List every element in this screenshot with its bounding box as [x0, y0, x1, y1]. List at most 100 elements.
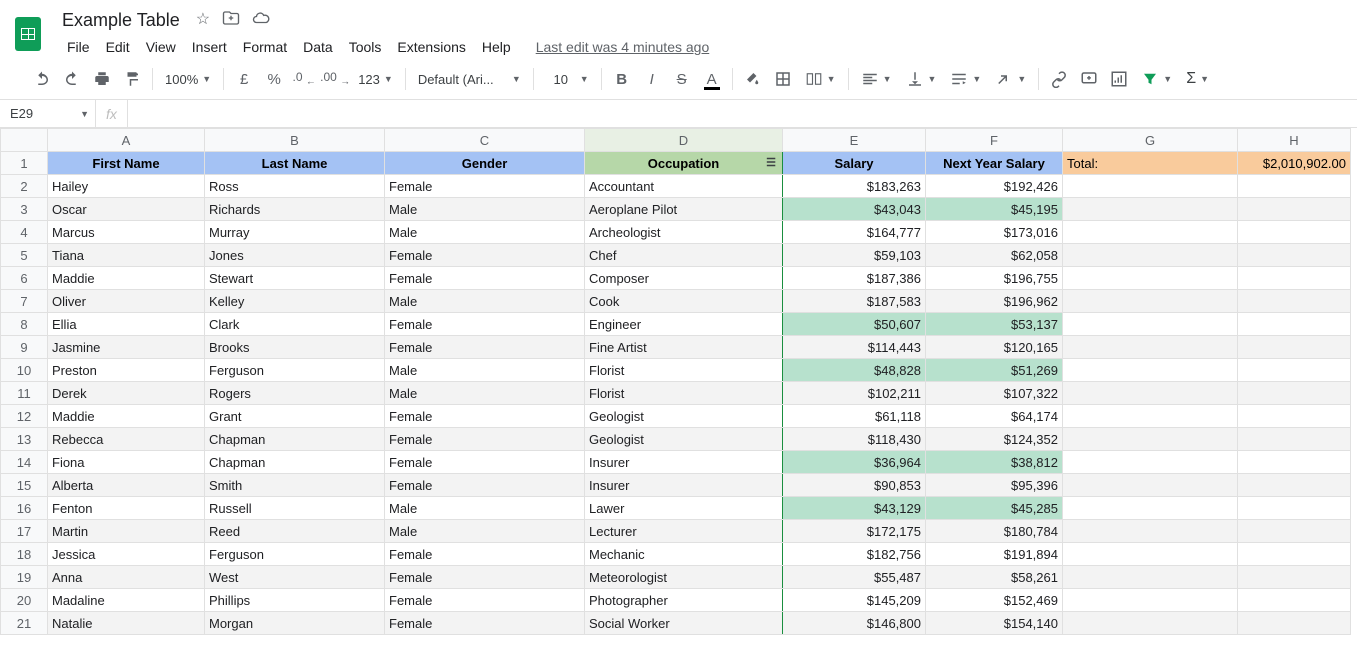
- cell[interactable]: Geologist: [585, 405, 783, 428]
- bold-button[interactable]: B: [608, 65, 636, 93]
- cell[interactable]: [1238, 497, 1351, 520]
- cell[interactable]: $196,755: [926, 267, 1063, 290]
- cell[interactable]: $61,118: [783, 405, 926, 428]
- v-align-dropdown[interactable]: ▼: [900, 65, 943, 93]
- borders-button[interactable]: [769, 65, 797, 93]
- col-header-a[interactable]: A: [48, 129, 205, 152]
- cell[interactable]: Insurer: [585, 474, 783, 497]
- cell[interactable]: Brooks: [205, 336, 385, 359]
- header-next-year-salary[interactable]: Next Year Salary: [926, 152, 1063, 175]
- cell[interactable]: $183,263: [783, 175, 926, 198]
- row-header[interactable]: 5: [1, 244, 48, 267]
- increase-decimal-button[interactable]: .00 →: [320, 65, 350, 93]
- cell[interactable]: [1063, 244, 1238, 267]
- col-header-c[interactable]: C: [385, 129, 585, 152]
- cell[interactable]: Smith: [205, 474, 385, 497]
- cell[interactable]: $55,487: [783, 566, 926, 589]
- col-header-e[interactable]: E: [783, 129, 926, 152]
- cell[interactable]: Composer: [585, 267, 783, 290]
- cell[interactable]: $191,894: [926, 543, 1063, 566]
- text-color-button[interactable]: A: [698, 65, 726, 93]
- cell[interactable]: $38,812: [926, 451, 1063, 474]
- cell[interactable]: $146,800: [783, 612, 926, 635]
- cell[interactable]: West: [205, 566, 385, 589]
- cell[interactable]: Female: [385, 612, 585, 635]
- cell[interactable]: Insurer: [585, 451, 783, 474]
- row-header[interactable]: 4: [1, 221, 48, 244]
- cell[interactable]: $124,352: [926, 428, 1063, 451]
- italic-button[interactable]: I: [638, 65, 666, 93]
- cell[interactable]: $48,828: [783, 359, 926, 382]
- cell[interactable]: Jessica: [48, 543, 205, 566]
- cell[interactable]: [1238, 313, 1351, 336]
- cell[interactable]: Female: [385, 313, 585, 336]
- cell[interactable]: Jones: [205, 244, 385, 267]
- last-edit-link[interactable]: Last edit was 4 minutes ago: [536, 39, 710, 55]
- cell[interactable]: Male: [385, 497, 585, 520]
- cell[interactable]: [1238, 520, 1351, 543]
- cell[interactable]: Ferguson: [205, 543, 385, 566]
- cell[interactable]: Phillips: [205, 589, 385, 612]
- menu-insert[interactable]: Insert: [185, 35, 234, 59]
- cell[interactable]: Russell: [205, 497, 385, 520]
- cell[interactable]: $173,016: [926, 221, 1063, 244]
- cell[interactable]: Martin: [48, 520, 205, 543]
- cell[interactable]: $180,784: [926, 520, 1063, 543]
- cell[interactable]: Hailey: [48, 175, 205, 198]
- cell[interactable]: Fenton: [48, 497, 205, 520]
- currency-button[interactable]: £: [230, 65, 258, 93]
- cell[interactable]: [1063, 290, 1238, 313]
- cloud-status-icon[interactable]: [252, 9, 270, 32]
- cell[interactable]: Jasmine: [48, 336, 205, 359]
- cell[interactable]: [1238, 175, 1351, 198]
- cell[interactable]: $120,165: [926, 336, 1063, 359]
- col-header-g[interactable]: G: [1063, 129, 1238, 152]
- cell[interactable]: $182,756: [783, 543, 926, 566]
- filter-icon[interactable]: ☰: [766, 156, 776, 169]
- total-label[interactable]: Total:: [1063, 152, 1238, 175]
- menu-view[interactable]: View: [139, 35, 183, 59]
- row-header[interactable]: 18: [1, 543, 48, 566]
- fill-color-button[interactable]: [739, 65, 767, 93]
- cell[interactable]: $187,583: [783, 290, 926, 313]
- cell[interactable]: [1063, 267, 1238, 290]
- font-size-dropdown[interactable]: 10▼: [540, 65, 595, 93]
- cell[interactable]: Maddie: [48, 405, 205, 428]
- row-header[interactable]: 17: [1, 520, 48, 543]
- zoom-dropdown[interactable]: 100%▼: [159, 65, 217, 93]
- row-header[interactable]: 8: [1, 313, 48, 336]
- cell[interactable]: Male: [385, 198, 585, 221]
- cell[interactable]: $53,137: [926, 313, 1063, 336]
- link-button[interactable]: [1045, 65, 1073, 93]
- row-header[interactable]: 15: [1, 474, 48, 497]
- cell[interactable]: [1238, 359, 1351, 382]
- cell[interactable]: Aeroplane Pilot: [585, 198, 783, 221]
- cell[interactable]: Alberta: [48, 474, 205, 497]
- cell[interactable]: [1063, 221, 1238, 244]
- cell[interactable]: Florist: [585, 359, 783, 382]
- cell[interactable]: $107,322: [926, 382, 1063, 405]
- cell[interactable]: [1063, 543, 1238, 566]
- col-header-h[interactable]: H: [1238, 129, 1351, 152]
- cell[interactable]: Female: [385, 244, 585, 267]
- cell[interactable]: [1238, 451, 1351, 474]
- cell[interactable]: [1238, 244, 1351, 267]
- cell[interactable]: [1063, 359, 1238, 382]
- cell[interactable]: Ross: [205, 175, 385, 198]
- undo-button[interactable]: [28, 65, 56, 93]
- col-header-f[interactable]: F: [926, 129, 1063, 152]
- comment-button[interactable]: [1075, 65, 1103, 93]
- menu-help[interactable]: Help: [475, 35, 518, 59]
- cell[interactable]: [1238, 382, 1351, 405]
- menu-edit[interactable]: Edit: [99, 35, 137, 59]
- cell[interactable]: Female: [385, 451, 585, 474]
- cell[interactable]: Male: [385, 520, 585, 543]
- cell[interactable]: [1238, 336, 1351, 359]
- cell[interactable]: [1063, 451, 1238, 474]
- cell[interactable]: Female: [385, 267, 585, 290]
- cell[interactable]: Female: [385, 175, 585, 198]
- row-header[interactable]: 11: [1, 382, 48, 405]
- cell[interactable]: $43,043: [783, 198, 926, 221]
- cell[interactable]: $102,211: [783, 382, 926, 405]
- cell[interactable]: Derek: [48, 382, 205, 405]
